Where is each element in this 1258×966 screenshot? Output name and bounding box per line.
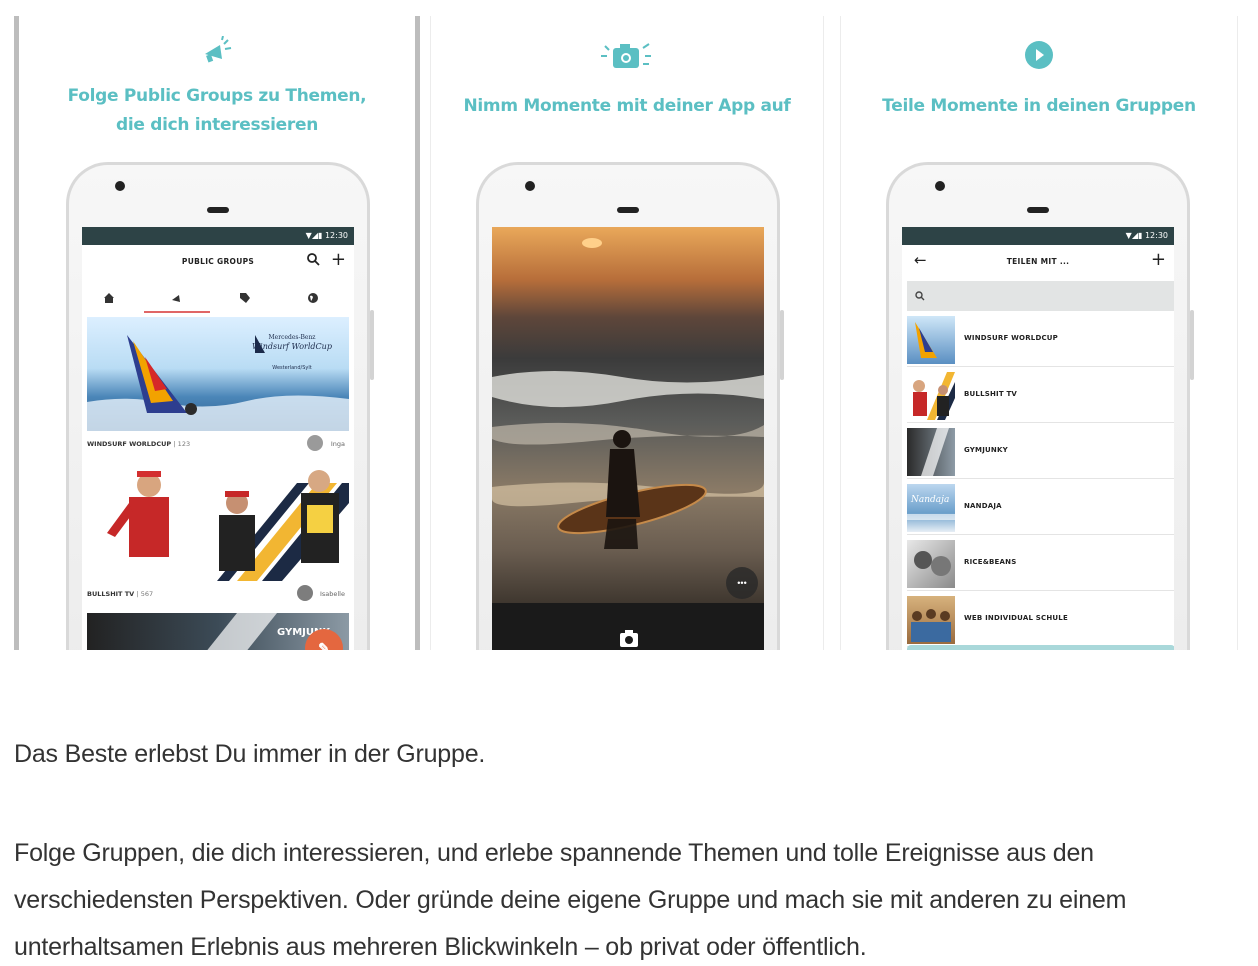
bullshit-tv-image (87, 463, 349, 581)
description-lead: Das Beste erlebst Du immer in der Gruppe… (14, 740, 486, 768)
svg-text:Westerland/Sylt: Westerland/Sylt (272, 365, 311, 371)
phone-mockup: ••• (476, 162, 784, 650)
earpiece (1027, 207, 1049, 213)
group-name: BULLSHIT TV | 567 (87, 590, 154, 598)
app-bar-title: TEILEN MIT ... (1006, 257, 1070, 266)
group-name: GYMJUNKY (964, 446, 1008, 454)
group-tile-meta: BULLSHIT TV | 567 Isabelle (87, 581, 349, 607)
camera-viewfinder: ••• (492, 227, 764, 650)
share-group-row[interactable]: BULLSHIT TV (907, 369, 1174, 423)
shutter-button[interactable] (616, 625, 642, 650)
group-name: NANDAJA (964, 502, 1002, 510)
group-owner: Isabelle (319, 590, 345, 598)
front-camera (935, 181, 945, 191)
share-confirm-bar[interactable] (907, 645, 1174, 650)
search-icon (915, 291, 925, 301)
add-icon[interactable]: + (1151, 249, 1166, 270)
search-icon[interactable] (306, 252, 320, 270)
description-body-line: verschiedensten Perspektiven. Oder gründ… (14, 886, 1127, 914)
group-name: WINDSURF WORLDCUP | 123 (87, 440, 191, 448)
phone-mockup: ▼◢▮ 12:30 PUBLIC GROUPS + Mercedes-Benz … (66, 162, 374, 650)
card-title-line1: Folge Public Groups zu Themen, (67, 86, 367, 106)
avatar (297, 585, 313, 601)
description-body-line: Folge Gruppen, die dich interessieren, u… (14, 839, 1094, 867)
description-body: Folge Gruppen, die dich interessieren, u… (14, 830, 1246, 966)
group-thumbnail (907, 316, 955, 364)
group-thumbnail (907, 540, 955, 588)
side-button (370, 310, 374, 380)
signal-icon: ▼◢▮ (305, 231, 323, 240)
screenshot-card-public-groups[interactable]: Folge Public Groups zu Themen, die dich … (14, 16, 420, 650)
group-thumbnail (907, 596, 955, 644)
screenshot-card-capture[interactable]: Nimm Momente mit deiner App auf ••• (430, 16, 824, 650)
app-bar: ← TEILEN MIT ... + (902, 245, 1174, 281)
earpiece (617, 207, 639, 213)
side-button (780, 310, 784, 380)
windsurf-image: Mercedes-Benz Windsurf WorldCup Westerla… (87, 317, 349, 431)
group-name: RICE&BEANS (964, 558, 1017, 566)
globe-icon[interactable] (304, 289, 322, 307)
group-tile-meta: WINDSURF WORLDCUP | 123 Inga (87, 431, 349, 457)
share-group-row[interactable]: Nandaja NANDAJA (907, 481, 1174, 535)
svg-text:Mercedes-Benz: Mercedes-Benz (269, 334, 316, 341)
phone-mockup: ▼◢▮ 12:30 ← TEILEN MIT ... + WINDSURF WO… (886, 162, 1194, 650)
card-title: Teile Momente in deinen Gruppen (882, 96, 1196, 116)
share-group-row[interactable]: WEB INDIVIDUAL SCHULE (907, 593, 1174, 647)
phone-screen: ▼◢▮ 12:30 PUBLIC GROUPS + Mercedes-Benz … (82, 227, 354, 650)
share-group-row[interactable]: RICE&BEANS (907, 537, 1174, 591)
group-name: BULLSHIT TV (964, 390, 1018, 398)
screenshot-card-share[interactable]: Teile Momente in deinen Gruppen ▼◢▮ 12:3… (840, 16, 1238, 650)
side-button (1190, 310, 1194, 380)
share-group-row[interactable]: GYMJUNKY (907, 425, 1174, 479)
camera-icon (597, 38, 657, 77)
group-name: WINDSURF WORLDCUP (964, 334, 1059, 342)
status-bar: ▼◢▮ 12:30 (902, 227, 1174, 245)
home-icon[interactable] (100, 289, 118, 307)
group-thumbnail (907, 428, 955, 476)
group-tile-windsurf[interactable]: Mercedes-Benz Windsurf WorldCup Westerla… (87, 317, 349, 457)
group-name: WEB INDIVIDUAL SCHULE (964, 614, 1068, 622)
status-time: 12:30 (1144, 231, 1168, 240)
group-thumbnail: Nandaja (907, 484, 955, 532)
tag-icon[interactable] (236, 289, 254, 307)
group-tile-gymjunky[interactable]: GYMJUNK ✎ (87, 613, 349, 650)
megaphone-icon[interactable] (168, 289, 186, 307)
phone-screen: ▼◢▮ 12:30 ← TEILEN MIT ... + WINDSURF WO… (902, 227, 1174, 650)
status-bar: ▼◢▮ 12:30 (82, 227, 354, 245)
front-camera (525, 181, 535, 191)
svg-text:Windsurf WorldCup: Windsurf WorldCup (252, 342, 332, 351)
play-icon (1024, 40, 1054, 75)
active-tab-indicator (144, 311, 210, 313)
screenshot-gallery: Folge Public Groups zu Themen, die dich … (14, 16, 1238, 650)
avatar (307, 435, 323, 451)
share-group-row[interactable]: WINDSURF WORLDCUP (907, 313, 1174, 367)
more-options-button[interactable]: ••• (726, 567, 758, 599)
app-bar: PUBLIC GROUPS + (82, 245, 354, 281)
earpiece (207, 207, 229, 213)
front-camera (115, 181, 125, 191)
tab-bar (82, 281, 354, 315)
search-input[interactable] (907, 281, 1174, 311)
group-owner: Inga (330, 440, 345, 448)
svg-text:Nandaja: Nandaja (910, 495, 949, 505)
status-time: 12:30 (324, 231, 348, 240)
signal-icon: ▼◢▮ (1125, 231, 1143, 240)
group-thumbnail (907, 372, 955, 420)
card-title: Nimm Momente mit deiner App auf (463, 96, 791, 116)
megaphone-icon (200, 35, 234, 71)
sunset-surfer-photo: ••• (492, 227, 764, 603)
add-icon[interactable]: + (331, 249, 346, 270)
description-body-line: unterhaltsamen Erlebnis aus mehreren Bli… (14, 933, 867, 961)
group-tile-bullshit-tv[interactable]: BULLSHIT TV | 567 Isabelle (87, 463, 349, 608)
card-title-line2: die dich interessieren (115, 115, 319, 135)
